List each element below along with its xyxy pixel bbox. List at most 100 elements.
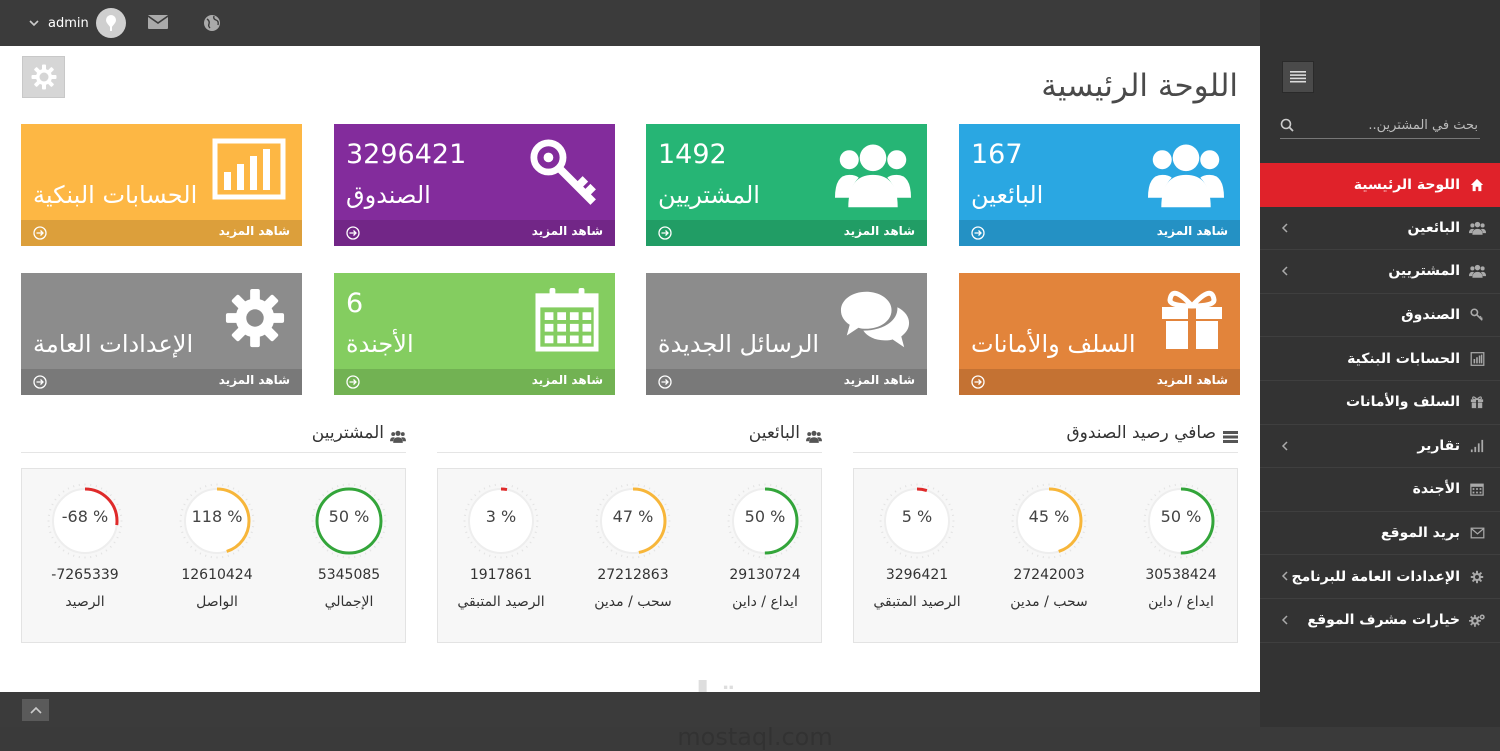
gift-icon (1468, 393, 1486, 411)
gauge-label: الرصيد (30, 594, 140, 610)
gauge-tick (1169, 485, 1170, 487)
chevron-left-icon (1280, 222, 1290, 238)
sidebar-item-label: السلف والأمانات (1346, 394, 1460, 410)
gauge-tick (101, 488, 102, 490)
gauge-value: 1917861 (446, 567, 556, 583)
settings-button[interactable] (22, 56, 65, 98)
sidebar-item-0[interactable]: اللوحة الرئيسية (1260, 163, 1500, 207)
tile-footer[interactable]: شاهد المزيد (21, 220, 302, 246)
gauge-tick (1037, 555, 1038, 557)
gauge-tick (654, 491, 655, 493)
gauge-tick (649, 553, 650, 555)
section-title: المشتريين (312, 423, 384, 443)
see-more-link[interactable]: شاهد المزيد (219, 224, 290, 238)
sidebar-item-3[interactable]: الصندوق (1260, 294, 1500, 338)
chevron-down-icon (26, 15, 42, 31)
tile-4[interactable]: السلف والأماناتشاهد المزيد (959, 273, 1240, 395)
tile-footer[interactable]: شاهد المزيد (646, 369, 927, 395)
sidebar-item-8[interactable]: بريد الموقع (1260, 512, 1500, 556)
see-more-link[interactable]: شاهد المزيد (844, 373, 915, 387)
avatar[interactable] (96, 8, 126, 38)
tile-0[interactable]: 167البائعينشاهد المزيد (959, 124, 1240, 246)
gauge-tick (526, 546, 527, 547)
sidebar-toggle-button[interactable] (1282, 61, 1314, 93)
gauge-tick (1078, 542, 1080, 543)
gauge-tick (52, 537, 54, 538)
gauge-tick (611, 491, 612, 493)
gauge-tick (68, 488, 69, 490)
see-more-link[interactable]: شاهد المزيد (844, 224, 915, 238)
gauge: 118 %12610424الواصل (162, 483, 272, 610)
gauge-label: ايداع / داين (1126, 594, 1236, 610)
scroll-to-top-button[interactable] (22, 699, 49, 721)
gauge-tick (790, 494, 791, 495)
gauge-tick (942, 494, 943, 495)
sidebar-item-6[interactable]: تقارير (1260, 425, 1500, 469)
gauge-tick (246, 542, 248, 543)
tile-2[interactable]: 3296421الصندوقشاهد المزيد (334, 124, 615, 246)
gauge-tick (753, 555, 754, 557)
see-more-link[interactable]: شاهد المزيد (532, 373, 603, 387)
gauge-tick (1083, 532, 1085, 533)
gauge-tick (1060, 485, 1061, 487)
gauge-tick (474, 546, 475, 547)
see-more-link[interactable]: شاهد المزيد (1157, 224, 1228, 238)
search-input[interactable] (1300, 113, 1480, 137)
tile-footer[interactable]: شاهد المزيد (21, 369, 302, 395)
tile-footer[interactable]: شاهد المزيد (959, 220, 1240, 246)
gauge-tick (895, 491, 896, 493)
see-more-link[interactable]: شاهد المزيد (532, 224, 603, 238)
gauge-percent: 50 % (710, 507, 820, 526)
gauge-tick (242, 494, 243, 495)
sidebar-item-label: الأجندة (1413, 481, 1460, 497)
sidebar-item-1[interactable]: البائعين (1260, 207, 1500, 251)
gauge-tick (249, 504, 251, 505)
search-icon[interactable] (1280, 118, 1294, 132)
user-menu[interactable]: admin (26, 8, 126, 38)
gauge-percent: 45 % (994, 507, 1104, 526)
tile-3[interactable]: الحسابات البنكيةشاهد المزيد (21, 124, 302, 246)
sidebar-item-9[interactable]: الإعدادات العامة للبرنامج (1260, 555, 1500, 599)
tile-footer[interactable]: شاهد المزيد (334, 220, 615, 246)
sidebar-item-5[interactable]: السلف والأمانات (1260, 381, 1500, 425)
gauge-tick (1210, 542, 1212, 543)
tile-footer[interactable]: شاهد المزيد (959, 369, 1240, 395)
sidebar-item-4[interactable]: الحسابات البنكية (1260, 337, 1500, 381)
tile-footer[interactable]: شاهد المزيد (334, 369, 615, 395)
see-more-link[interactable]: شاهد المزيد (219, 373, 290, 387)
sidebar-item-2[interactable]: المشتريين (1260, 250, 1500, 294)
gauge-tick (1065, 488, 1066, 490)
gauge-tick (928, 555, 929, 557)
gauge-tick (378, 499, 380, 500)
sidebar-item-10[interactable]: خيارات مشرف الموقع (1260, 599, 1500, 643)
sidebar-item-label: المشتريين (1388, 263, 1460, 279)
users-icon (1148, 138, 1224, 212)
arrow-circle-right-icon (658, 374, 672, 393)
gauge-tick (360, 485, 361, 487)
gauge-tick (1065, 553, 1066, 555)
tile-footer[interactable]: شاهد المزيد (646, 220, 927, 246)
gift-icon (1160, 287, 1224, 355)
gauge-percent: 47 % (578, 507, 688, 526)
gauge-percent: 3 % (446, 507, 556, 526)
tile-1[interactable]: 1492المشتريينشاهد المزيد (646, 124, 927, 246)
gauge: 47 %27212863سحب / مدين (578, 483, 688, 610)
see-more-link[interactable]: شاهد المزيد (1157, 373, 1228, 387)
tile-7[interactable]: الإعدادات العامةشاهد المزيد (21, 273, 302, 395)
gauge-tick (489, 485, 490, 487)
sidebar-item-7[interactable]: الأجندة (1260, 468, 1500, 512)
home-icon (1468, 176, 1486, 194)
gauge-tick (110, 546, 111, 547)
signal-icon (1468, 437, 1486, 455)
gauge-tick (52, 504, 54, 505)
section-title: البائعين (749, 423, 800, 443)
gauge-tick (63, 491, 64, 493)
tile-6[interactable]: 6الأجندةشاهد المزيد (334, 273, 615, 395)
gauge-tick (63, 550, 64, 552)
gauge-tick (665, 537, 667, 538)
gauge-tick (471, 542, 473, 543)
gauge-tick (1215, 532, 1217, 533)
tile-5[interactable]: الرسائل الجديدةشاهد المزيد (646, 273, 927, 395)
globe-icon[interactable] (203, 14, 221, 32)
envelope-icon[interactable] (148, 14, 168, 30)
